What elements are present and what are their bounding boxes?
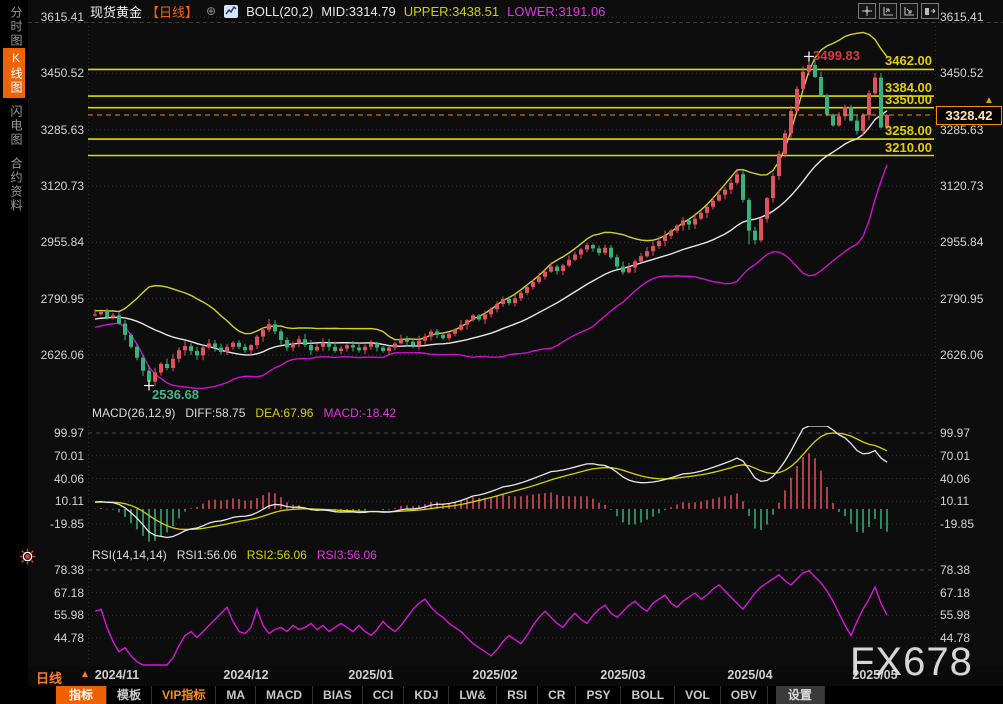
chart-type-icon[interactable] (224, 5, 238, 18)
boll-mid-value: MID:3314.79 (321, 4, 395, 19)
vol-button[interactable]: VOL (675, 686, 721, 704)
ma-button[interactable]: MA (216, 686, 256, 704)
boll-lower-value: LOWER:3191.06 (507, 4, 605, 19)
macd-header: MACD(26,12,9) DIFF:58.75 DEA:67.96 MACD:… (92, 406, 396, 420)
rsi-header: RSI(14,14,14) RSI1:56.06 RSI2:56.06 RSI3… (92, 548, 377, 562)
kdj-button[interactable]: KDJ (404, 686, 449, 704)
rsi-axis-label: 67.18 (940, 586, 970, 600)
high-annotation: 3499.83 (813, 48, 860, 63)
psy-button[interactable]: PSY (576, 686, 621, 704)
live-indicator-icon (19, 548, 36, 570)
cci-button[interactable]: CCI (363, 686, 405, 704)
macd-macd-value: MACD:-18.42 (323, 406, 396, 420)
current-price-box[interactable]: 3328.42 (936, 106, 1002, 125)
crosshair-icon[interactable] (858, 3, 876, 19)
macd-title: MACD(26,12,9) (92, 406, 175, 420)
trading-app: 分时图K线图闪电图合约资料 现货黄金 【日线】 ⊕ BOLL(20,2) MID… (0, 0, 1003, 704)
watermark: FX678 (850, 640, 973, 685)
zoom-axis-left-icon[interactable] (879, 3, 897, 19)
boll-button[interactable]: BOLL (621, 686, 675, 704)
price-up-arrow-icon: ▲ (984, 95, 994, 106)
price-axis-label: 2955.84 (940, 235, 983, 249)
sidebar-tab-kline-chart[interactable]: K线图 (3, 48, 25, 98)
chart-tool-icons (858, 3, 939, 19)
x-axis-date: 2024/12 (223, 668, 268, 682)
left-sidebar: 分时图K线图闪电图合约资料 (0, 0, 28, 704)
rsi1-value: RSI1:56.06 (177, 548, 237, 562)
x-axis-date: 2025/01 (348, 668, 393, 682)
x-axis-date: 2025/03 (600, 668, 645, 682)
period-selector[interactable]: 日线 (36, 668, 62, 687)
rsi-title: RSI(14,14,14) (92, 548, 167, 562)
sidebar-tab-contract-info[interactable]: 合约资料 (3, 154, 25, 216)
x-axis-date: 2025/04 (727, 668, 772, 682)
add-indicator-icon[interactable]: ⊕ (206, 4, 216, 18)
zoom-axis-right-icon[interactable] (900, 3, 918, 19)
obv-button[interactable]: OBV (721, 686, 768, 704)
x-axis-date: 2025/02 (472, 668, 517, 682)
cr-button[interactable]: CR (538, 686, 576, 704)
price-axis-label: 3120.73 (940, 179, 983, 193)
indicators-button[interactable]: 指标 (56, 686, 107, 704)
period-arrow-icon[interactable]: ▲ (80, 669, 90, 680)
period-tag: 【日线】 (146, 2, 198, 21)
rsi3-value: RSI3:56.06 (317, 548, 377, 562)
sidebar-tab-lightning-chart[interactable]: 闪电图 (3, 102, 25, 150)
macd-axis-label: 70.01 (940, 449, 970, 463)
price-axis-label: 2790.95 (940, 292, 983, 306)
symbol-title: 现货黄金 (90, 2, 142, 21)
macd-axis-label: -19.85 (940, 517, 974, 531)
templates-button[interactable]: 模板 (107, 686, 152, 704)
macd-diff-value: DIFF:58.75 (185, 406, 245, 420)
macd-axis-label: 40.06 (940, 472, 970, 486)
rsi2-value: RSI2:56.06 (247, 548, 307, 562)
rsi-axis-label: 78.38 (940, 563, 970, 577)
boll-upper-value: UPPER:3438.51 (404, 4, 499, 19)
boll-indicator-label: BOLL(20,2) (246, 4, 313, 19)
macd-button[interactable]: MACD (256, 686, 313, 704)
chart-header: 现货黄金 【日线】 ⊕ BOLL(20,2) MID:3314.79 UPPER… (28, 0, 1003, 22)
indicator-toolbar: 指标模板VIP指标MAMACDBIASCCIKDJLW&RSICRPSYBOLL… (28, 686, 1003, 704)
x-axis-date: 2024/11 (95, 668, 140, 682)
level-price-label: 3258.00 (812, 123, 932, 138)
low-annotation: 2536.68 (152, 387, 199, 402)
price-axis-label: 3450.52 (940, 66, 983, 80)
level-price-label: 3350.00 (812, 92, 932, 107)
sidebar-tab-time-chart[interactable]: 分时图 (3, 3, 25, 51)
macd-dea-value: DEA:67.96 (255, 406, 313, 420)
price-axis-label: 2626.06 (940, 348, 983, 362)
lw-button[interactable]: LW& (449, 686, 497, 704)
level-price-label: 3210.00 (812, 140, 932, 155)
vip-indicators-button[interactable]: VIP指标 (152, 686, 216, 704)
macd-axis-label: 99.97 (940, 426, 970, 440)
rsi-button[interactable]: RSI (497, 686, 538, 704)
rsi-axis-label: 55.98 (940, 608, 970, 622)
settings-button[interactable]: 设置 (776, 686, 825, 704)
macd-axis-label: 10.11 (940, 494, 969, 508)
pan-right-icon[interactable] (921, 3, 939, 19)
bias-button[interactable]: BIAS (313, 686, 363, 704)
